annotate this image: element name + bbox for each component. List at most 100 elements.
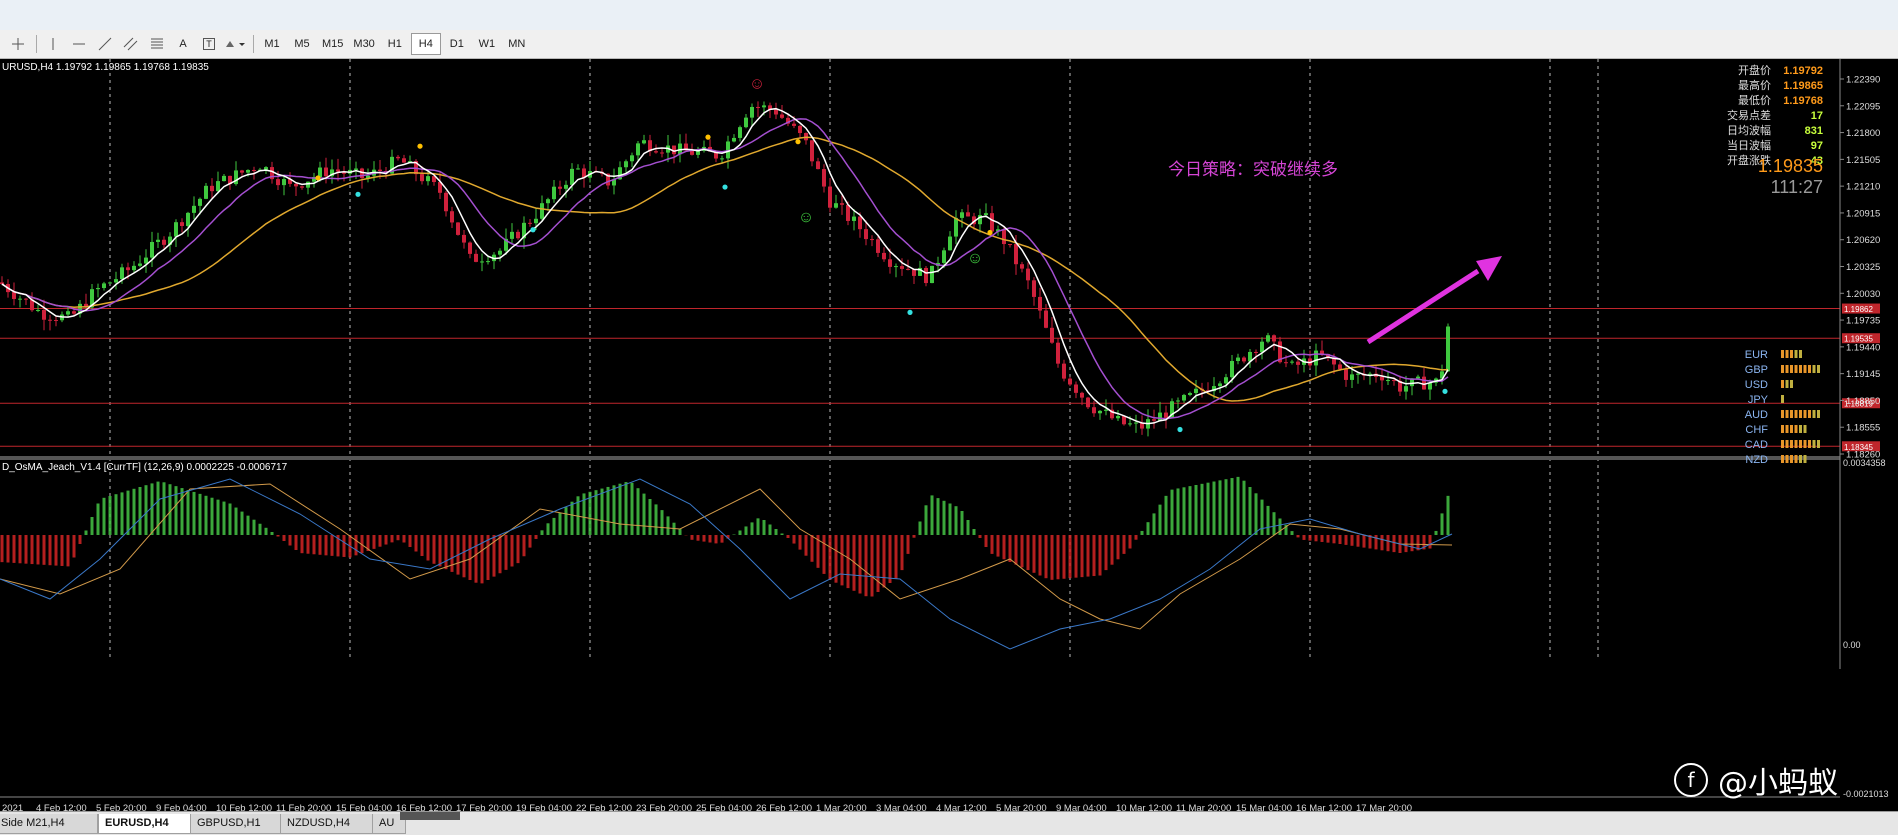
- osma-bar: [397, 535, 400, 540]
- osma-bar: [745, 526, 748, 535]
- candle-body: [1014, 244, 1018, 264]
- osma-bar: [325, 535, 328, 555]
- timeframe-m5-button[interactable]: M5: [288, 34, 316, 54]
- osma-bar: [661, 510, 664, 535]
- candle-body: [1260, 342, 1264, 353]
- osma-bar: [769, 525, 772, 536]
- text-label-icon[interactable]: T: [197, 34, 221, 54]
- channel-icon[interactable]: [119, 34, 143, 54]
- osma-bar: [385, 535, 388, 545]
- shapes-menu-icon[interactable]: [223, 34, 247, 54]
- candle-body: [252, 170, 256, 171]
- strength-bar: [1795, 365, 1798, 373]
- vertical-line-icon[interactable]: [41, 34, 65, 54]
- osma-bar: [919, 522, 922, 536]
- price-chart[interactable]: 1.198621.195351.188191.18345 ☺☺☺ 1.22390…: [0, 59, 1898, 811]
- osma-bar: [715, 535, 718, 543]
- timeframe-m15-button[interactable]: M15: [318, 34, 347, 54]
- timeframe-m30-button[interactable]: M30: [349, 34, 378, 54]
- timeframe-h4-button[interactable]: H4: [411, 33, 441, 55]
- info-value: 1.19768: [1783, 95, 1823, 107]
- candle-body: [210, 186, 214, 191]
- time-tick-label: 1 Mar 20:00: [816, 803, 867, 811]
- osma-bar: [181, 488, 184, 535]
- strength-bar: [1790, 380, 1793, 388]
- text-label-glyph: T: [203, 38, 215, 50]
- osma-bar: [943, 501, 946, 535]
- candle-body: [912, 269, 916, 276]
- candle-body: [1422, 377, 1426, 390]
- osma-bar: [79, 535, 82, 544]
- osma-bar: [829, 535, 832, 580]
- candle-body: [792, 124, 796, 126]
- osma-bar: [913, 535, 916, 538]
- candle-body: [636, 143, 640, 155]
- candle-body: [552, 187, 556, 199]
- candle-body: [336, 169, 340, 171]
- timeframe-w1-button[interactable]: W1: [473, 34, 501, 54]
- timeframe-d1-button[interactable]: D1: [443, 34, 471, 54]
- timeframe-m1-button[interactable]: M1: [258, 34, 286, 54]
- candle-body: [192, 206, 196, 213]
- candle-body: [102, 283, 106, 288]
- tabs-scroll-thumb[interactable]: [400, 812, 460, 820]
- tab-nzdusd[interactable]: NZDUSD,H4: [280, 814, 374, 834]
- candle-body: [462, 235, 466, 243]
- strength-bar: [1799, 410, 1802, 418]
- osma-bar: [865, 535, 868, 596]
- candle-body: [960, 212, 964, 218]
- trendline-icon[interactable]: [93, 34, 117, 54]
- osma-bar: [295, 535, 298, 550]
- osma-bar: [571, 502, 574, 535]
- osma-bar: [1, 535, 4, 562]
- info-label: 最高价: [1738, 78, 1771, 92]
- tab-gbpusd[interactable]: GBPUSD,H1: [190, 814, 284, 834]
- osma-bar: [1135, 535, 1138, 540]
- tab-eurusd[interactable]: EURUSD,H4: [98, 814, 192, 834]
- osma-bar: [415, 535, 418, 552]
- strength-bar: [1781, 365, 1784, 373]
- horizontal-line-icon[interactable]: [67, 34, 91, 54]
- fibonacci-icon[interactable]: [145, 34, 169, 54]
- osma-bar: [1045, 535, 1048, 578]
- osma-bar: [625, 482, 628, 535]
- text-tool-icon[interactable]: A: [171, 34, 195, 54]
- osma-bar: [739, 531, 742, 536]
- osma-bar: [163, 482, 166, 535]
- candle-body: [1446, 327, 1450, 372]
- osma-bar: [1183, 487, 1186, 535]
- candle-body: [426, 176, 430, 181]
- tab-side[interactable]: Side M21,H4: [0, 814, 98, 834]
- osma-bar: [1057, 535, 1060, 579]
- candle-body: [222, 176, 226, 181]
- osma-bar: [883, 535, 886, 588]
- candle-body: [516, 232, 520, 238]
- osma-bar: [271, 532, 274, 535]
- osma-bar: [109, 496, 112, 535]
- osma-bar: [529, 535, 532, 548]
- timeframe-mn-button[interactable]: MN: [503, 34, 531, 54]
- time-tick-label: 11 Feb 20:00: [276, 803, 331, 811]
- osma-bar: [1093, 535, 1096, 576]
- osma-bar: [1333, 535, 1336, 543]
- timeframe-h1-button[interactable]: H1: [381, 34, 409, 54]
- signal-dot: [722, 184, 727, 189]
- candle-body: [486, 261, 490, 262]
- time-tick-label: 15 Mar 04:00: [1236, 803, 1292, 811]
- candle-body: [756, 107, 760, 108]
- osma-bar: [1441, 513, 1444, 535]
- osma-bar: [787, 535, 790, 538]
- candle-body: [444, 193, 448, 211]
- candle-body: [720, 158, 724, 159]
- osma-bar: [1027, 535, 1030, 570]
- candle-body: [1242, 358, 1246, 362]
- osma-bar: [307, 535, 310, 554]
- strength-bar: [1786, 440, 1789, 448]
- candle-body: [1080, 393, 1084, 398]
- osma-bar: [511, 535, 514, 567]
- osma-bar: [889, 535, 892, 583]
- crosshair-icon[interactable]: [6, 34, 30, 54]
- candle-body: [474, 254, 478, 262]
- candle-body: [114, 279, 118, 282]
- osma-bar: [1315, 535, 1318, 541]
